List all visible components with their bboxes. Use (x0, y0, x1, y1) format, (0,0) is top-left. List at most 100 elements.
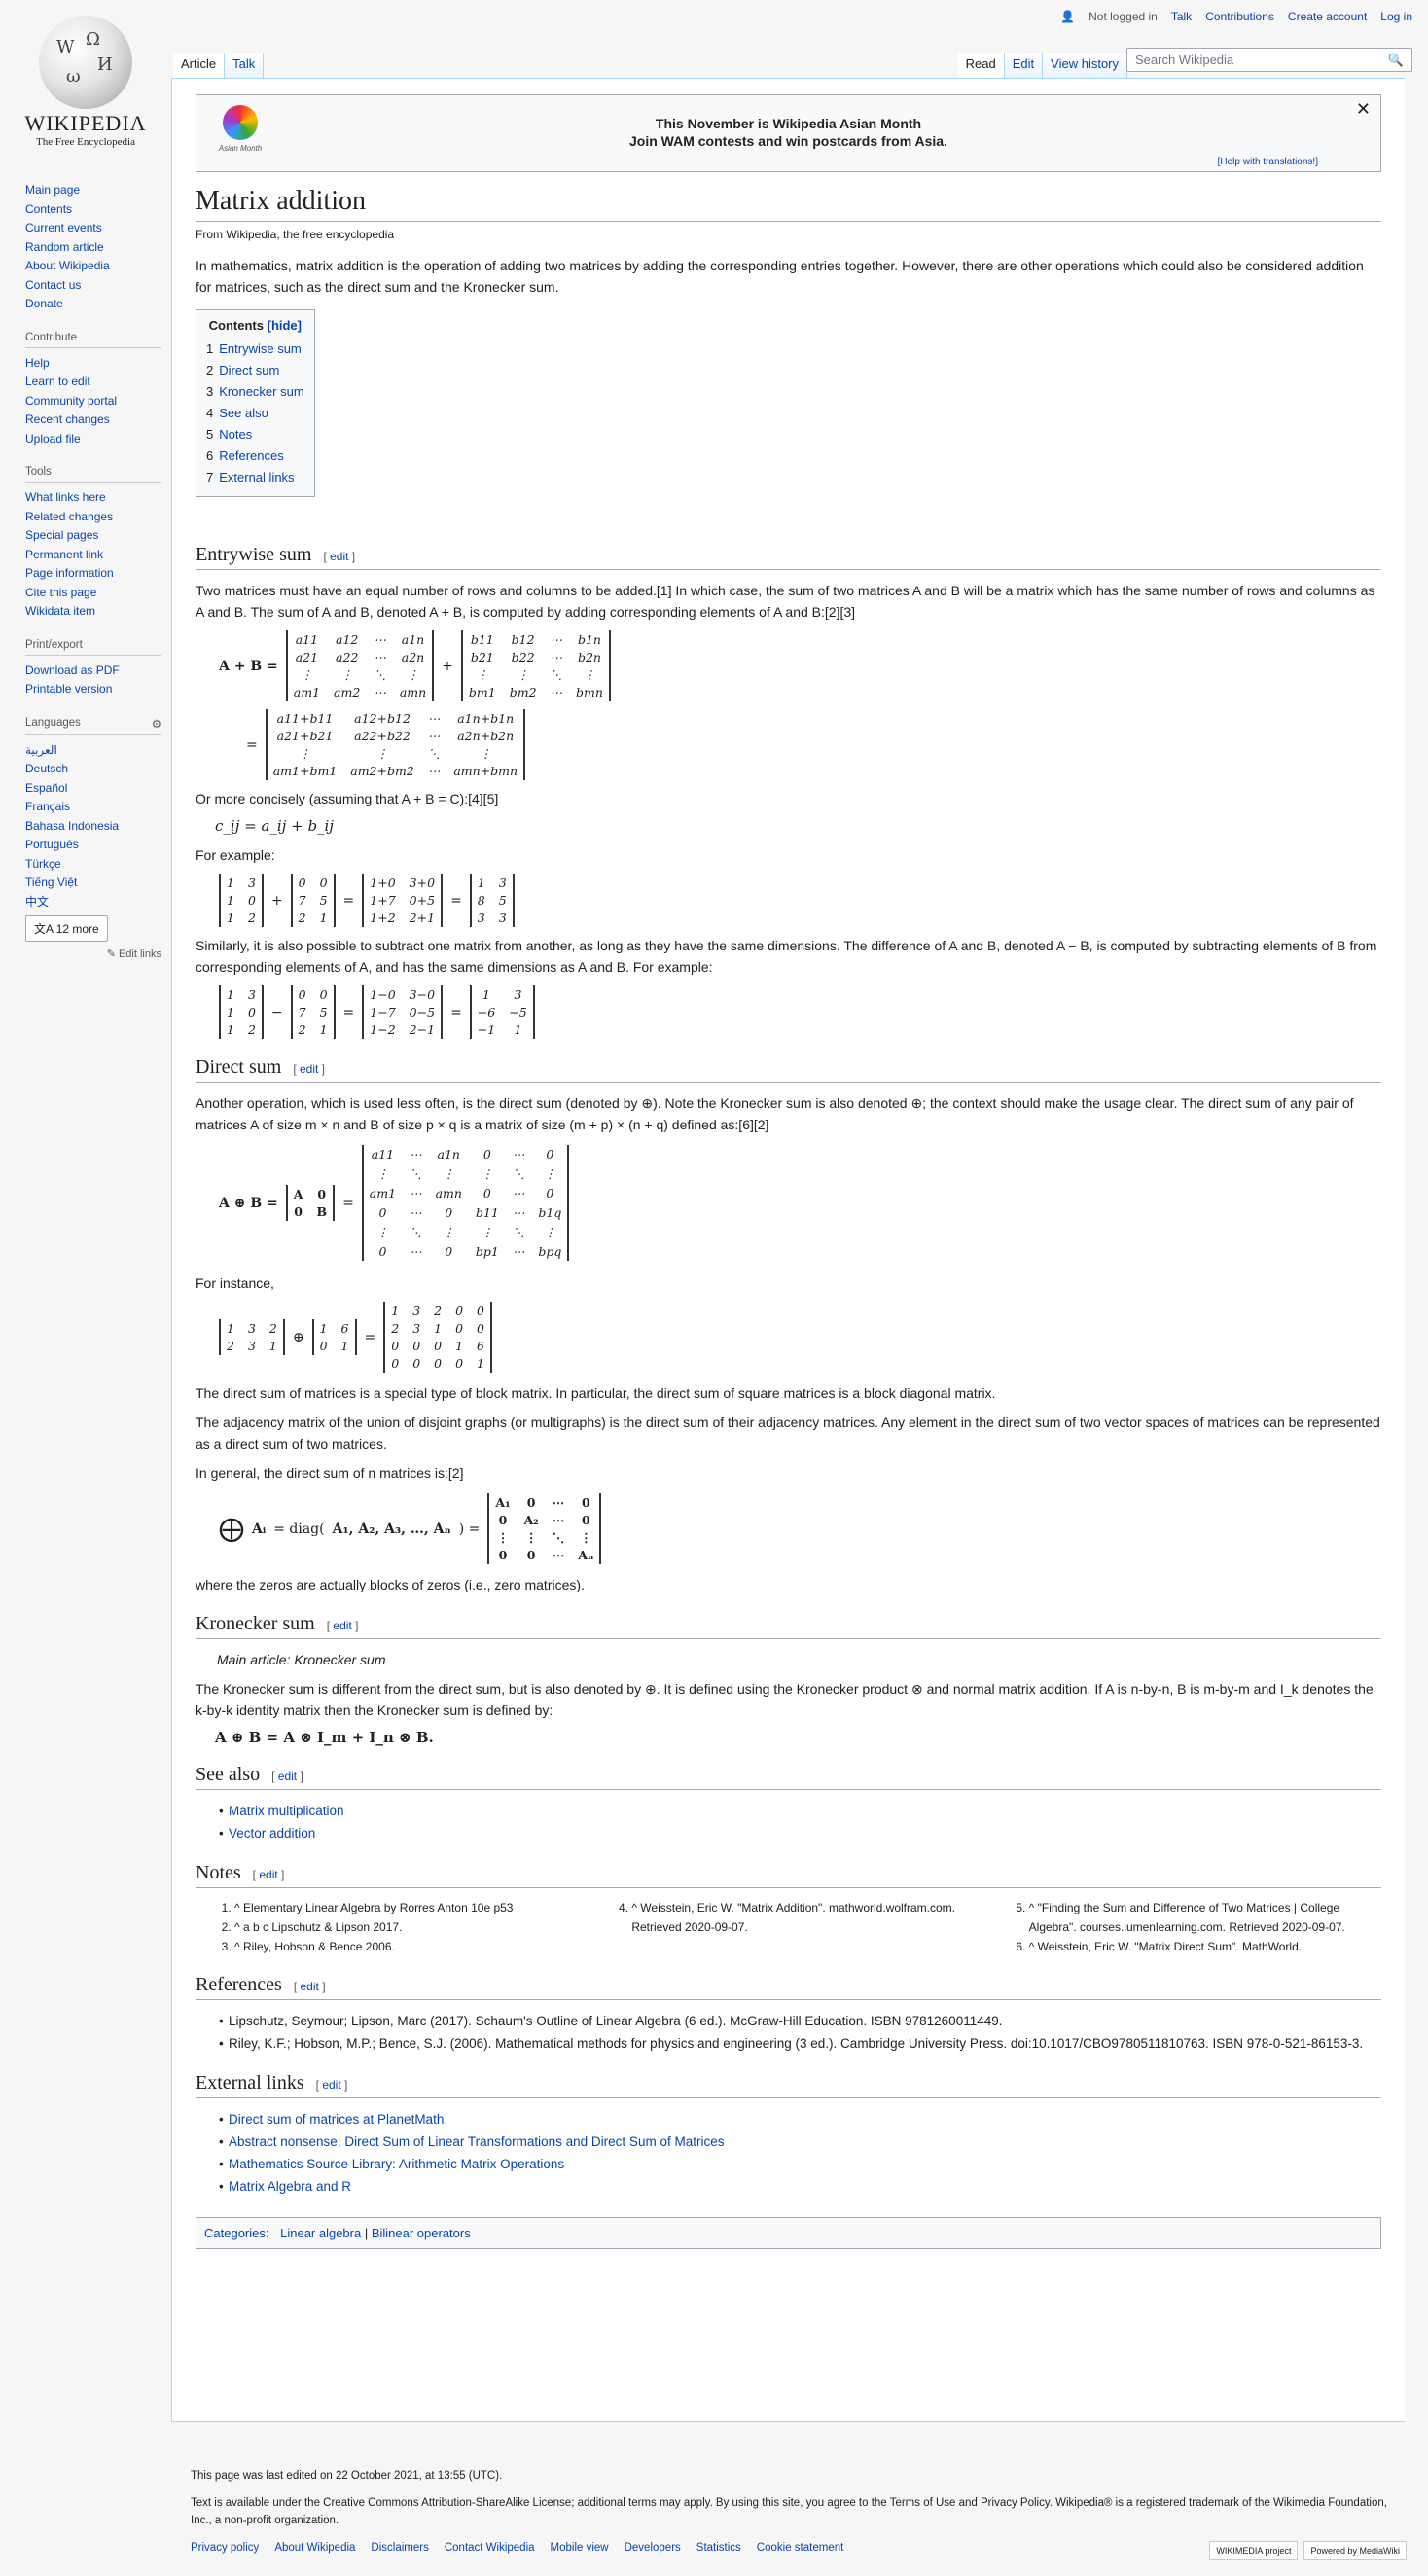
tab-talk[interactable]: Talk (225, 53, 265, 78)
category-link[interactable]: Linear algebra (280, 2226, 361, 2240)
math-formula: c_ij = a_ij + b_ij (215, 817, 334, 835)
math-formula: A ⊕ B = A ⊗ I_m + I_n ⊗ B. (215, 1729, 434, 1746)
toc-item[interactable]: 1 Entrywise sum (206, 339, 304, 360)
close-icon[interactable]: ✕ (1356, 99, 1371, 120)
direct-p1: Another operation, which is used less of… (196, 1095, 1354, 1132)
nav-random-article[interactable]: Random article (25, 238, 161, 258)
lang-fr[interactable]: Français (25, 798, 161, 817)
see-also-link[interactable]: Matrix multiplication (219, 1800, 1381, 1822)
section-edit-link[interactable]: edit (333, 1619, 351, 1632)
footer-link[interactable]: Developers (625, 2539, 681, 2557)
section-edit-link[interactable]: edit (322, 2078, 340, 2092)
nav-community-portal[interactable]: Community portal (25, 392, 161, 411)
edit-interlanguage-links[interactable]: ✎ Edit links (25, 948, 161, 960)
footer-link[interactable]: About Wikipedia (274, 2539, 355, 2557)
toc-hide-button[interactable]: [hide] (268, 318, 302, 333)
tool-page-information[interactable]: Page information (25, 564, 161, 584)
section-edit-link[interactable]: edit (278, 1770, 297, 1783)
user-icon: 👤 (1060, 10, 1076, 23)
banner-help-link[interactable]: [Help with translations!] (1218, 157, 1318, 167)
nav-contact[interactable]: Contact us (25, 276, 161, 296)
talk-link[interactable]: Talk (1171, 10, 1192, 23)
external-link[interactable]: Direct sum of matrices at PlanetMath. (219, 2108, 1381, 2130)
lang-id[interactable]: Bahasa Indonesia (25, 817, 161, 837)
printable-version[interactable]: Printable version (25, 680, 161, 699)
toc-item[interactable]: 6 References (206, 446, 304, 467)
toc-item[interactable]: 2 Direct sum (206, 360, 304, 381)
toc-item[interactable]: 7 External links (206, 467, 304, 488)
note-item[interactable]: ^ Weisstein, Eric W. "Matrix Direct Sum"… (1029, 1937, 1381, 1956)
tab-history[interactable]: View history (1043, 53, 1127, 78)
nav-donate[interactable]: Donate (25, 295, 161, 314)
external-link[interactable]: Abstract nonsense: Direct Sum of Linear … (219, 2130, 1381, 2153)
languages-heading: Languages (25, 716, 81, 729)
toc-item[interactable]: 5 Notes (206, 424, 304, 446)
section-edit-link[interactable]: edit (301, 1980, 319, 1993)
view-tabs: Read Edit View history (957, 53, 1127, 78)
lang-ar[interactable]: العربية (25, 741, 161, 761)
section-edit-link[interactable]: edit (300, 1062, 318, 1076)
footer-link[interactable]: Contact Wikipedia (445, 2539, 535, 2557)
wikipedia-logo[interactable]: WΩИω WIKIPEDIA The Free Encyclopedia (21, 16, 150, 148)
lang-vi[interactable]: Tiếng Việt (25, 874, 161, 893)
tab-read[interactable]: Read (957, 53, 1005, 78)
section-edit-link[interactable]: edit (330, 550, 348, 563)
tools-heading: Tools (25, 466, 161, 483)
entrywise-p3: For example: (196, 847, 275, 863)
nav-upload-file[interactable]: Upload file (25, 430, 161, 449)
footer-link[interactable]: Disclaimers (371, 2539, 428, 2557)
nav-help[interactable]: Help (25, 354, 161, 374)
external-link[interactable]: Mathematics Source Library: Arithmetic M… (219, 2153, 1381, 2175)
nav-main-page[interactable]: Main page (25, 181, 161, 200)
section-edit-link[interactable]: edit (259, 1868, 277, 1881)
categories-label[interactable]: Categories: (204, 2226, 268, 2240)
nav-learn-to-edit[interactable]: Learn to edit (25, 373, 161, 392)
see-also-link[interactable]: Vector addition (219, 1822, 1381, 1844)
tool-related-changes[interactable]: Related changes (25, 508, 161, 527)
toc-item[interactable]: 3 Kronecker sum (206, 381, 304, 403)
math-formula: 131012 − 007521 = 1−0 3−0 1−7 0−5 1−2 2−1 = 1… (219, 985, 1381, 1039)
nav-current-events[interactable]: Current events (25, 219, 161, 238)
category-link[interactable]: Bilinear operators (372, 2226, 471, 2240)
tool-wikidata[interactable]: Wikidata item (25, 602, 161, 622)
login-link[interactable]: Log in (1380, 10, 1412, 23)
kronecker-main-article[interactable]: Main article: Kronecker sum (217, 1649, 1381, 1670)
footer-link[interactable]: Cookie statement (757, 2539, 844, 2557)
main-content: Asian Month This November is Wikipedia A… (171, 78, 1405, 2422)
lang-pt[interactable]: Português (25, 836, 161, 855)
tab-article[interactable]: Article (173, 53, 226, 78)
tool-what-links-here[interactable]: What links here (25, 488, 161, 508)
tool-cite[interactable]: Cite this page (25, 584, 161, 603)
nav-contents[interactable]: Contents (25, 200, 161, 220)
search-icon[interactable]: 🔍 (1388, 53, 1404, 67)
contributions-link[interactable]: Contributions (1205, 10, 1274, 23)
nav-recent-changes[interactable]: Recent changes (25, 411, 161, 430)
lang-es[interactable]: Español (25, 779, 161, 799)
lang-de[interactable]: Deutsch (25, 760, 161, 779)
note-item[interactable]: ^ a b c Lipschutz & Lipson 2017. (234, 1917, 587, 1937)
last-edited: This page was last edited on 22 October … (191, 2470, 503, 2482)
lang-tr[interactable]: Türkçe (25, 855, 161, 875)
search-input[interactable]: Search Wikipedia 🔍 (1126, 48, 1412, 72)
download-pdf[interactable]: Download as PDF (25, 662, 161, 681)
mediawiki-badge[interactable]: Powered by MediaWiki (1303, 2541, 1407, 2560)
math-formula: A + B = a11 a12 ⋯ a1n a21 a22 ⋯ a2n ⋮ ⋮ ⋱ ⋮ am1 am2 ⋯ a… (219, 630, 1381, 701)
lang-zh[interactable]: 中文 (25, 893, 161, 912)
tool-special-pages[interactable]: Special pages (25, 526, 161, 546)
footer-link[interactable]: Statistics (696, 2539, 741, 2557)
note-item[interactable]: ^ Weisstein, Eric W. "Matrix Addition". … (631, 1898, 983, 1937)
tab-edit[interactable]: Edit (1004, 53, 1044, 78)
gear-icon[interactable]: ⚙ (152, 717, 161, 731)
footer-link[interactable]: Privacy policy (191, 2539, 259, 2557)
note-item[interactable]: ^ "Finding the Sum and Difference of Two… (1029, 1898, 1381, 1937)
entrywise-p4: Similarly, it is also possible to subtra… (196, 938, 1377, 975)
external-link[interactable]: Matrix Algebra and R (219, 2175, 1381, 2198)
wikimedia-badge[interactable]: WIKIMEDIA project (1209, 2541, 1299, 2560)
toc-item[interactable]: 4 See also (206, 403, 304, 424)
footer-link[interactable]: Mobile view (551, 2539, 609, 2557)
note-item[interactable]: ^ Riley, Hobson & Bence 2006. (234, 1937, 587, 1956)
nav-about[interactable]: About Wikipedia (25, 257, 161, 276)
create-account-link[interactable]: Create account (1288, 10, 1367, 23)
more-languages-button[interactable]: 文A 12 more (25, 915, 108, 942)
tool-permanent-link[interactable]: Permanent link (25, 546, 161, 565)
